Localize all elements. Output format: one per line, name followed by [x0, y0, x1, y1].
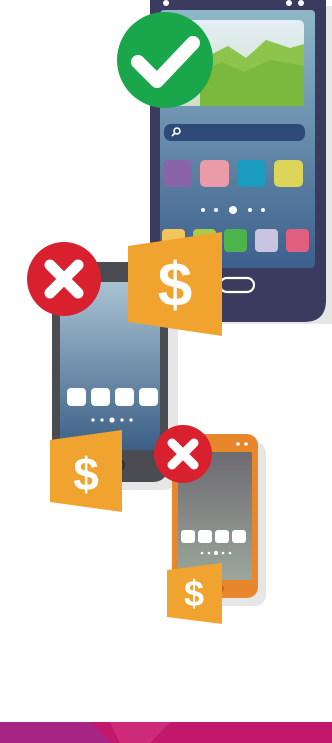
- app-tile: [274, 160, 303, 187]
- app-tile: [200, 160, 229, 187]
- app-tile: [215, 530, 229, 543]
- app-tile: [232, 530, 246, 543]
- app-tile: [286, 229, 309, 252]
- check-icon: [117, 12, 213, 108]
- app-tile: [163, 160, 192, 187]
- dollar-sign: $: [184, 573, 204, 614]
- app-tile: [237, 160, 266, 187]
- dollar-sign: $: [73, 448, 99, 500]
- app-tile: [181, 530, 195, 543]
- bottom-band: [0, 722, 332, 743]
- x-icon: [27, 242, 101, 316]
- app-tile: [198, 530, 212, 543]
- app-tile: [67, 388, 86, 406]
- app-tile: [139, 388, 158, 406]
- app-tile: [224, 229, 247, 252]
- dollar-sign: $: [158, 251, 192, 320]
- illustration-canvas: $ $ $: [0, 0, 332, 743]
- app-tile: [91, 388, 110, 406]
- app-tile: [115, 388, 134, 406]
- price-tag-medium: $: [50, 430, 122, 512]
- x-icon: [154, 425, 212, 483]
- search-bar: [164, 124, 305, 141]
- price-tag-small: $: [167, 563, 222, 624]
- price-tag-large: $: [128, 232, 222, 336]
- app-tile: [255, 229, 278, 252]
